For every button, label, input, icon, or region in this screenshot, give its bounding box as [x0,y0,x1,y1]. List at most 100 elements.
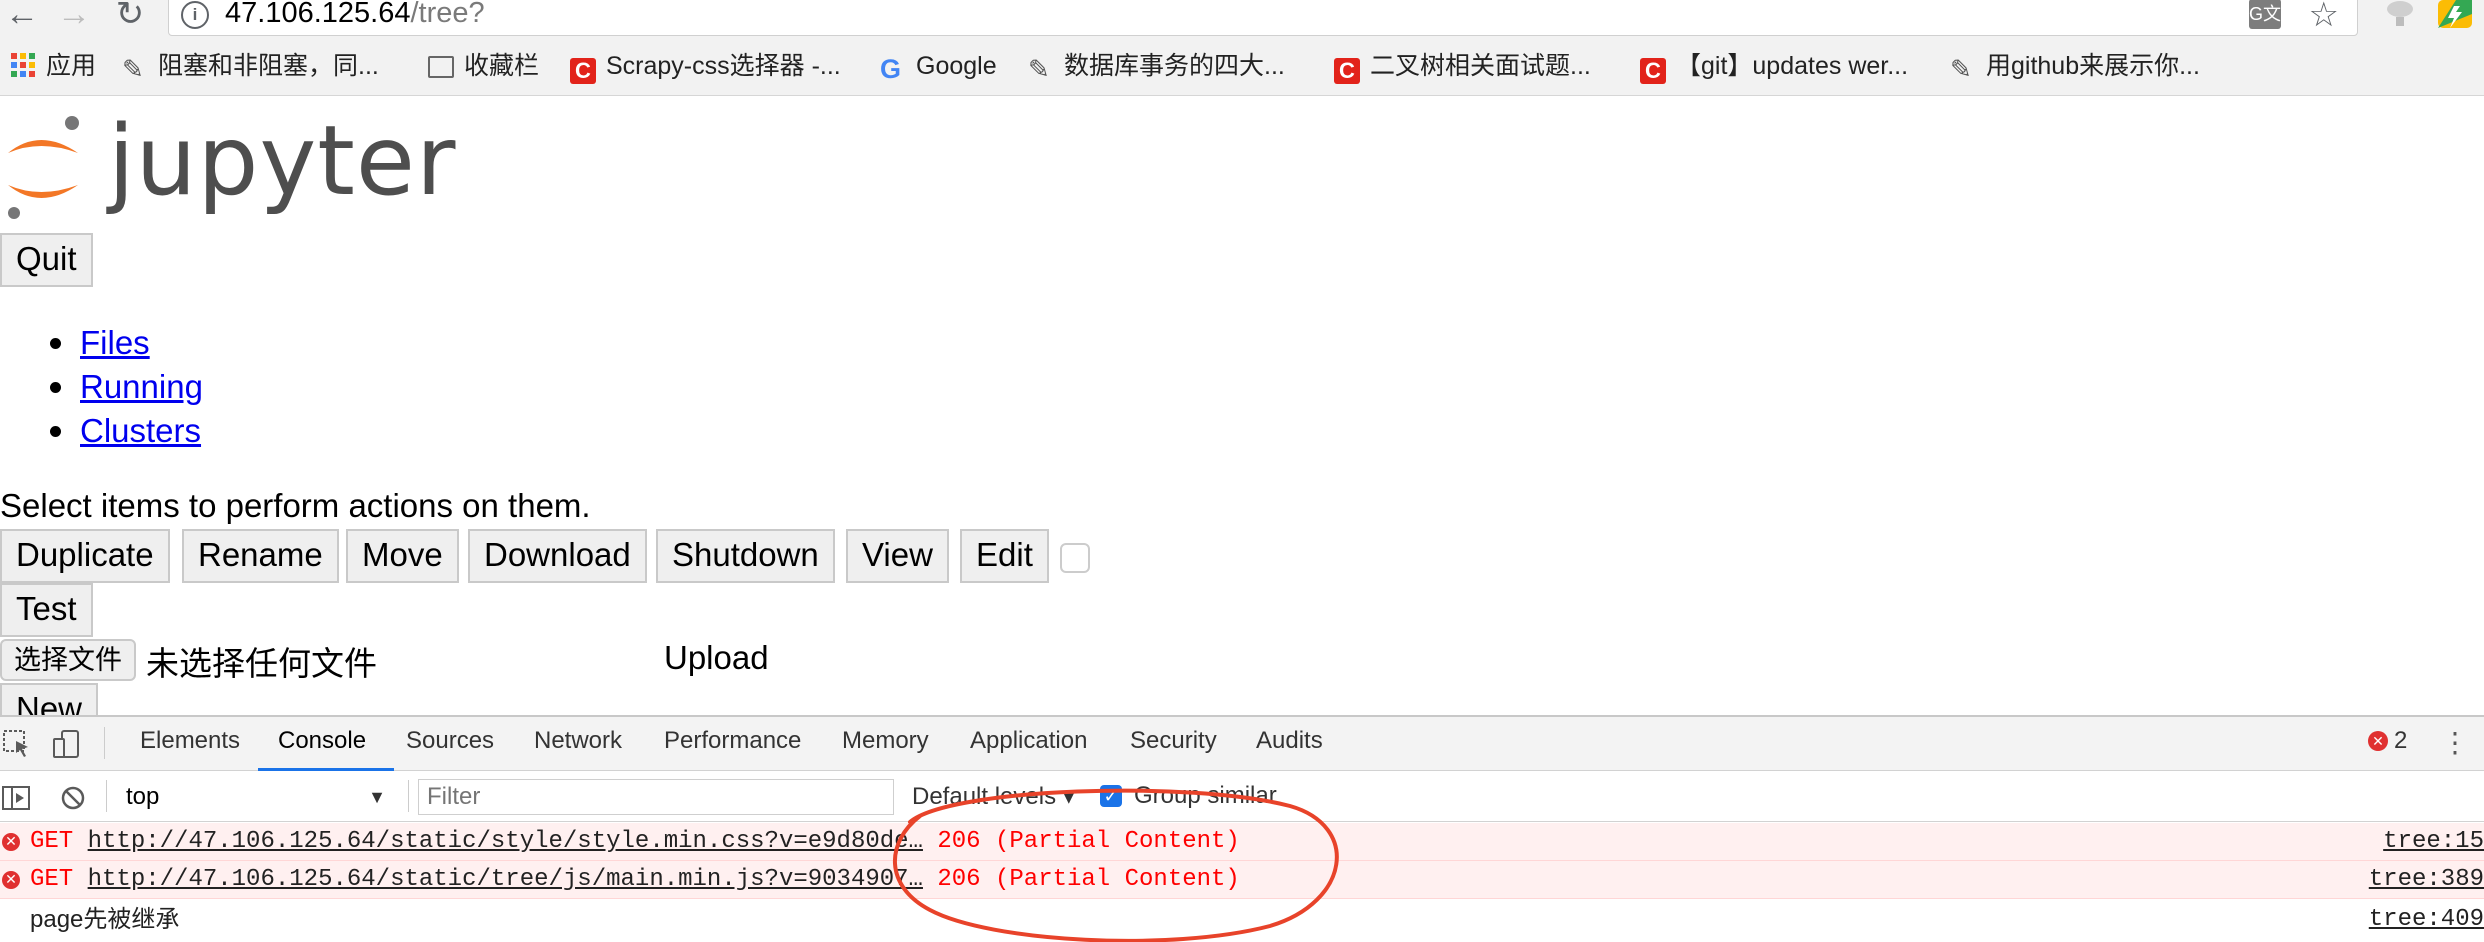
bookmark-label: 用github来展示你... [1986,52,2200,80]
reload-icon[interactable]: ↻ [110,0,150,31]
files-link[interactable]: Files [80,324,150,361]
select-hint: Select items to perform actions on them. [0,487,591,524]
toolbar-divider [104,727,105,759]
tab-memory[interactable]: Memory [842,727,929,755]
bookmark-folder[interactable]: 收藏栏 [428,51,539,81]
new-button[interactable]: New [0,683,99,715]
toolbar-divider [106,780,107,812]
rename-button[interactable]: Rename [182,529,339,583]
tab-security[interactable]: Security [1130,727,1217,755]
clear-console-icon[interactable] [60,785,86,816]
error-count[interactable]: 2 [2394,727,2407,755]
error-icon: ✕ [2,871,20,889]
info-icon[interactable]: i [181,1,209,29]
tab-performance[interactable]: Performance [664,727,801,755]
bookmark-item[interactable]: ✎ 数据库事务的四大... [1028,51,1285,84]
request-method: GET [30,866,74,893]
tab-application[interactable]: Application [970,727,1087,755]
edit-button[interactable]: Edit [960,529,1049,583]
move-button[interactable]: Move [346,529,459,583]
choose-file-button[interactable]: 选择文件 [0,639,136,681]
url-path: /tree? [410,0,485,29]
request-url-link[interactable]: http://47.106.125.64/static/style/style.… [88,828,923,855]
pen-icon: ✎ [1950,54,1972,84]
bookmark-item[interactable]: C Scrapy-css选择器 -... [570,51,841,84]
device-toolbar-icon[interactable] [52,729,82,759]
tab-console[interactable]: Console [278,727,366,755]
tab-files: Files [0,321,203,365]
bookmark-label: Scrapy-css选择器 -... [606,52,841,80]
context-value: top [126,783,160,810]
jupyter-logo[interactable]: jupyter [0,105,455,223]
csdn-icon: C [570,58,596,84]
jupyter-wordmark: jupyter [108,105,457,217]
bookmark-item[interactable]: G Google [880,51,997,84]
pen-icon: ✎ [122,54,144,84]
folder-icon [428,56,454,78]
clusters-link[interactable]: Clusters [80,412,201,449]
bookmark-item[interactable]: C 【git】updates wer... [1640,51,1909,84]
bookmark-label: Google [916,52,997,80]
jupyter-page: jupyter Quit Files Running Clusters Sele… [0,97,2484,715]
devtools-tabbar: Elements Console Sources Network Perform… [0,717,2484,771]
apps-grid-icon [10,52,36,78]
inspect-element-icon[interactable] [2,729,32,759]
upload-label[interactable]: Upload [664,639,769,677]
bookmark-label: 阻塞和非阻塞，同... [158,52,379,80]
shutdown-button[interactable]: Shutdown [656,529,835,583]
pen-icon: ✎ [1028,54,1050,84]
bookmark-item[interactable]: C 二叉树相关面试题... [1334,51,1591,84]
extension-colorful-icon[interactable] [2434,0,2474,30]
error-count-icon[interactable]: ✕ [2368,731,2388,751]
bookmark-label: 收藏栏 [464,52,540,80]
annotation-ellipse [893,788,1339,942]
bookmark-item[interactable]: ✎ 阻塞和非阻塞，同... [122,51,379,84]
active-tab-indicator [258,768,394,771]
bookmark-label: 数据库事务的四大... [1064,52,1285,80]
dropdown-arrow-icon: ▼ [368,787,386,807]
google-icon: G [880,54,902,84]
show-sidebar-icon[interactable] [2,786,32,815]
bookmark-label: 二叉树相关面试题... [1370,52,1591,80]
bookmark-label: 应用 [46,52,97,80]
bookmark-star-icon[interactable]: ☆ [2309,0,2339,35]
select-all-checkbox[interactable] [1060,543,1090,573]
more-options-icon[interactable]: ⋮ [2440,723,2470,763]
address-bar[interactable]: i 47.106.125.64/tree? G文 ☆ [168,0,2358,36]
tab-running: Running [0,365,203,409]
csdn-icon: C [1334,58,1360,84]
view-button[interactable]: View [846,529,949,583]
bookmark-item[interactable]: ✎ 用github来展示你... [1950,51,2200,84]
tab-list: Files Running Clusters [0,321,203,453]
translate-icon[interactable]: G文 [2249,0,2281,29]
context-select[interactable]: top ▼ [126,780,390,814]
request-url-link[interactable]: http://47.106.125.64/static/tree/js/main… [88,866,923,893]
forward-arrow-icon[interactable]: → [54,0,94,31]
source-link[interactable]: tree:15 [2383,823,2484,861]
console-message: page先被继承 [30,906,180,933]
duplicate-button[interactable]: Duplicate [0,529,170,583]
jupyter-logo-icon [8,116,79,219]
bookmark-label: 【git】updates wer... [1676,52,1909,80]
tab-elements[interactable]: Elements [140,727,240,755]
tab-audits[interactable]: Audits [1256,727,1323,755]
toolbar-divider [408,780,409,812]
bookmarks-bar: 应用 ✎ 阻塞和非阻塞，同... 收藏栏 C Scrapy-css选择器 -... … [0,38,2484,96]
request-method: GET [30,828,74,855]
download-button[interactable]: Download [468,529,647,583]
quit-button[interactable]: Quit [0,233,93,287]
source-link[interactable]: tree:389 [2369,861,2484,899]
browser-toolbar: ← → ↻ i 47.106.125.64/tree? G文 ☆ [0,0,2484,38]
extension-balloon-icon[interactable] [2380,0,2420,30]
tab-sources[interactable]: Sources [406,727,494,755]
tab-network[interactable]: Network [534,727,622,755]
source-link[interactable]: tree:409 [2369,901,2484,939]
bookmark-apps[interactable]: 应用 [10,51,96,81]
url-host: 47.106.125.64 [225,0,411,29]
running-link[interactable]: Running [80,368,203,405]
console-filter-input[interactable] [418,779,894,815]
address-url[interactable]: 47.106.125.64/tree? [225,0,485,30]
error-icon: ✕ [2,833,20,851]
back-arrow-icon[interactable]: ← [2,0,42,31]
test-button[interactable]: Test [0,583,93,637]
